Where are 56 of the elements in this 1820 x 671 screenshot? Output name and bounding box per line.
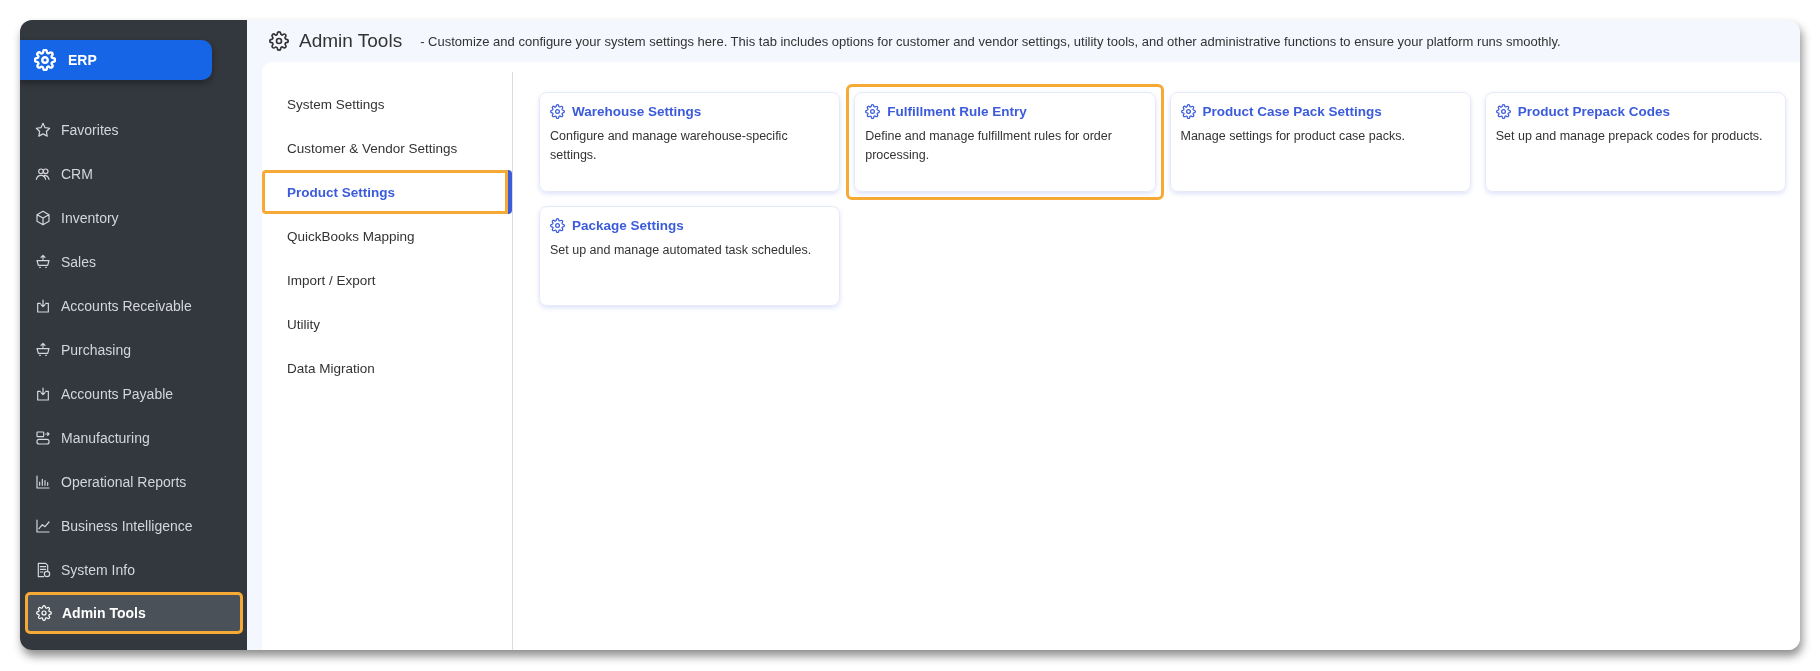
sidebar-item[interactable]: Accounts Receivable <box>20 284 247 328</box>
settings-icon <box>550 218 565 233</box>
sidebar-item[interactable]: CRM <box>20 152 247 196</box>
card-description: Define and manage fulfillment rules for order processing. <box>865 128 1113 164</box>
page-description: - Customize and configure your system settings here. This tab includes options for customer and vendor settings, utility tools, and other administrative functions to ensure your platform runs smoothly. <box>420 33 1561 49</box>
settings-tab[interactable]: System Settings <box>262 82 512 126</box>
cart-icon <box>35 254 51 270</box>
sidebar-item[interactable]: System Info <box>20 548 247 592</box>
sidebar-item[interactable]: Favorites <box>20 108 247 152</box>
settings-card[interactable]: Product Prepack Codes Set up and manage prepack codes for products. <box>1484 92 1786 192</box>
settings-tab[interactable]: Customer & Vendor Settings <box>262 126 512 170</box>
box-icon <box>35 210 51 226</box>
settings-icon <box>550 104 565 119</box>
settings-tab[interactable]: Import / Export <box>262 258 512 302</box>
star-icon <box>35 122 51 138</box>
people-icon <box>35 166 51 182</box>
card-title[interactable]: Product Case Pack Settings <box>1202 104 1382 119</box>
settings-card[interactable]: Package Settings Set up and manage automated task schedules. <box>539 206 841 306</box>
inbox-icon <box>35 298 51 314</box>
settings-icon <box>865 104 881 119</box>
settings-tab[interactable]: Product Settings <box>262 170 512 214</box>
settings-card[interactable]: Fulfillment Rule Entry Define and manage fulfillment rules for order processing. <box>854 92 1156 192</box>
logo-button[interactable]: ERP <box>20 40 212 80</box>
bar-chart-icon <box>35 474 51 490</box>
card-title[interactable]: Warehouse Settings <box>572 104 702 119</box>
settings-tab[interactable]: Data Migration <box>262 346 512 390</box>
sidebar-item[interactable]: Accounts Payable <box>20 372 247 416</box>
settings-icon <box>1180 104 1196 119</box>
card-description: Manage settings for product case packs. <box>1180 128 1406 145</box>
page-title: Admin Tools <box>299 30 403 52</box>
sidebar-item[interactable]: Business Intelligence <box>20 504 247 548</box>
card-title[interactable]: Package Settings <box>572 218 684 233</box>
settings-tab[interactable]: Utility <box>262 302 512 346</box>
settings-icon <box>1495 104 1511 119</box>
logo-text: ERP <box>68 52 97 68</box>
sidebar-item[interactable]: Purchasing <box>20 328 247 372</box>
document-icon <box>35 562 51 578</box>
gear-logo-icon <box>34 49 56 71</box>
card-description: Configure and manage warehouse-specific settings. <box>550 128 789 164</box>
conveyor-icon <box>35 430 51 446</box>
settings-icon <box>36 605 52 621</box>
sidebar-item[interactable]: Inventory <box>20 196 247 240</box>
line-chart-icon <box>35 518 51 534</box>
sidebar-item[interactable]: Sales <box>20 240 247 284</box>
card-description: Set up and manage automated task schedules. <box>550 242 813 259</box>
settings-card[interactable]: Product Case Pack Settings Manage settings for product case packs. <box>1169 92 1471 192</box>
cart-icon <box>35 342 51 358</box>
card-title[interactable]: Fulfillment Rule Entry <box>887 104 1027 119</box>
settings-tab[interactable]: QuickBooks Mapping <box>262 214 512 258</box>
card-title[interactable]: Product Prepack Codes <box>1517 104 1671 119</box>
sidebar-item[interactable]: Manufacturing <box>20 416 247 460</box>
settings-icon <box>269 31 289 51</box>
sidebar-item[interactable]: Operational Reports <box>20 460 247 504</box>
card-description: Set up and manage prepack codes for products. <box>1495 128 1764 145</box>
settings-card[interactable]: Warehouse Settings Configure and manage warehouse-specific settings. <box>539 92 841 192</box>
sidebar-item[interactable]: Admin Tools <box>25 592 243 634</box>
